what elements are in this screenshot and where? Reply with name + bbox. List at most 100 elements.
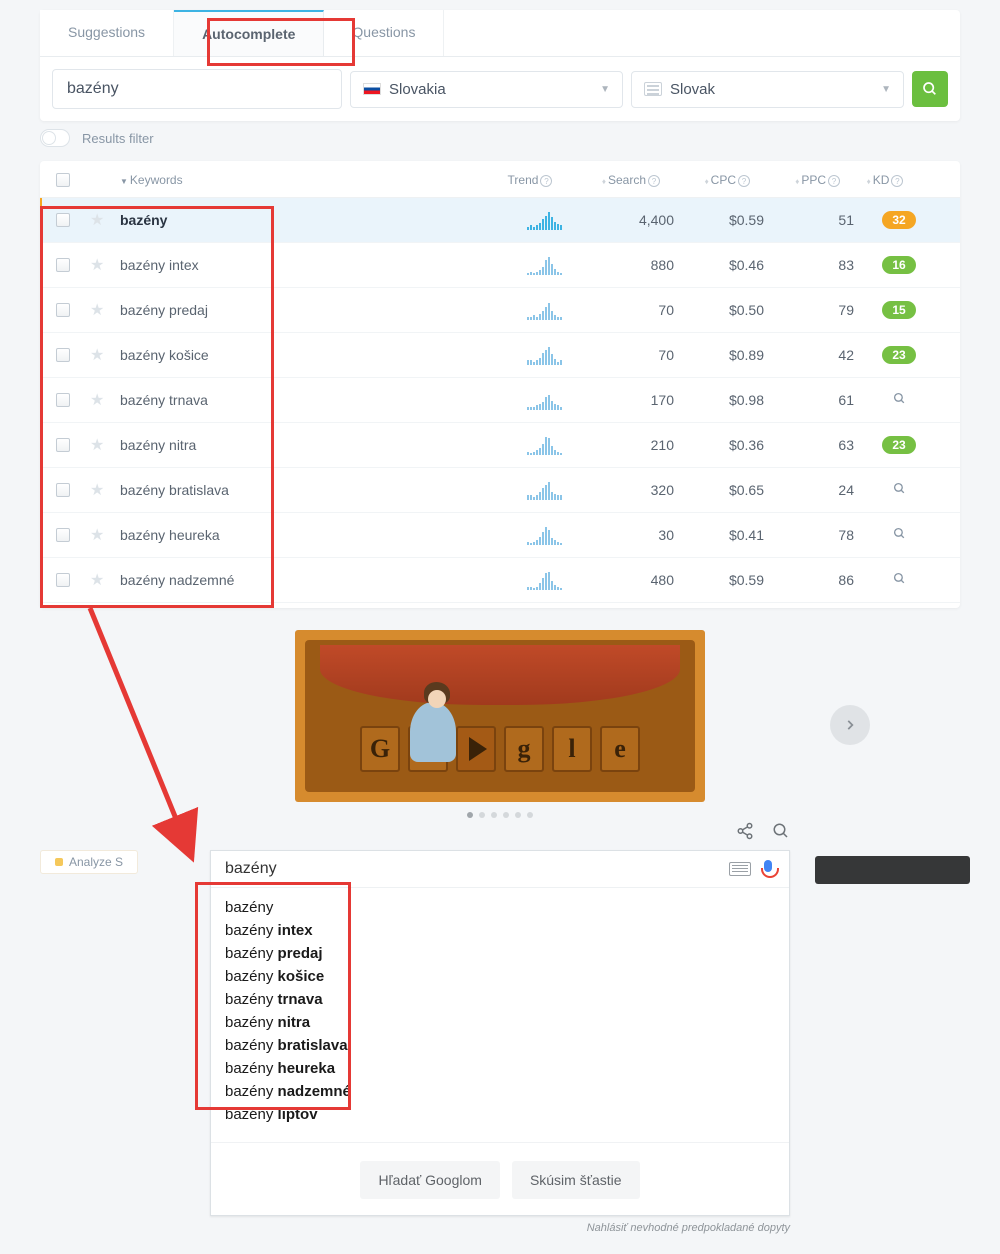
keyboard-icon[interactable] [729, 862, 751, 876]
cpc-value: $0.46 [674, 257, 764, 273]
table-row[interactable]: ★bazény4,400$0.595132 [40, 198, 960, 243]
row-checkbox[interactable] [56, 348, 70, 362]
table-row[interactable]: ★bazér [40, 603, 960, 608]
ppc-value: 61 [764, 392, 854, 408]
tab-questions[interactable]: Questions [324, 10, 444, 56]
search-volume: 4,400 [584, 212, 674, 228]
country-value: Slovakia [389, 81, 446, 98]
google-search-input[interactable] [225, 860, 719, 878]
ppc-value: 83 [764, 257, 854, 273]
keyword-text: bazény heureka [120, 527, 220, 543]
kd-value: 23 [854, 346, 944, 364]
ppc-value: 24 [764, 482, 854, 498]
trend-sparkline [504, 480, 584, 500]
star-icon[interactable]: ★ [90, 572, 104, 589]
col-keywords[interactable]: ▼Keywords [120, 173, 490, 187]
star-icon[interactable]: ★ [90, 527, 104, 544]
results-table: ▼Keywords Trend? ♦Search? ♦CPC? ♦PPC? ♦K… [40, 161, 960, 608]
row-checkbox[interactable] [56, 573, 70, 587]
google-lucky-button[interactable]: Skúsim šťastie [512, 1161, 640, 1199]
keyword-text: bazény [120, 212, 167, 228]
kd-value [854, 572, 944, 588]
keyword-text: bazény bratislava [120, 482, 229, 498]
google-suggestion-item[interactable]: bazény nitra [225, 1011, 775, 1034]
tool-panel: Suggestions Autocomplete Questions Slova… [40, 10, 960, 121]
row-checkbox[interactable] [56, 258, 70, 272]
select-all-checkbox[interactable] [56, 173, 70, 187]
google-suggestion-item[interactable]: bazény bratislava [225, 1034, 775, 1057]
table-row[interactable]: ★bazény heureka30$0.4178 [40, 513, 960, 558]
row-checkbox[interactable] [56, 483, 70, 497]
col-ppc[interactable]: ♦PPC? [750, 173, 840, 187]
ppc-value: 51 [764, 212, 854, 228]
row-checkbox[interactable] [56, 303, 70, 317]
star-icon[interactable]: ★ [90, 482, 104, 499]
language-select[interactable]: Slovak ▼ [631, 71, 904, 108]
col-trend[interactable]: Trend? [490, 173, 570, 187]
google-suggestion-item[interactable]: bazény košice [225, 965, 775, 988]
tab-suggestions[interactable]: Suggestions [40, 10, 174, 56]
language-value: Slovak [670, 81, 715, 98]
google-suggestion-item[interactable]: bazény trnava [225, 988, 775, 1011]
table-header: ▼Keywords Trend? ♦Search? ♦CPC? ♦PPC? ♦K… [40, 161, 960, 198]
trend-sparkline [504, 345, 584, 365]
share-icon[interactable] [736, 822, 754, 840]
table-row[interactable]: ★bazény nadzemné480$0.5986 [40, 558, 960, 603]
star-icon[interactable]: ★ [90, 437, 104, 454]
keyword-text: bazény predaj [120, 302, 208, 318]
google-search-button[interactable]: Hľadať Googlom [360, 1161, 500, 1199]
star-icon[interactable]: ★ [90, 392, 104, 409]
carousel-dots[interactable] [180, 812, 820, 818]
report-link[interactable]: Nahlásiť nevhodné predpokladané dopyty [180, 1222, 790, 1234]
star-icon[interactable]: ★ [90, 257, 104, 274]
trend-sparkline [504, 525, 584, 545]
cpc-value: $0.89 [674, 347, 764, 363]
google-suggestion-item[interactable]: bazény heureka [225, 1057, 775, 1080]
results-filter-toggle[interactable] [40, 129, 70, 147]
language-icon [644, 82, 662, 96]
chevron-down-icon: ▼ [600, 84, 610, 95]
google-search-box: bazénybazény intexbazény predajbazény ko… [210, 850, 790, 1216]
col-search[interactable]: ♦Search? [570, 173, 660, 187]
google-suggestion-item[interactable]: bazény predaj [225, 942, 775, 965]
country-select[interactable]: Slovakia ▼ [350, 71, 623, 108]
carousel-next-button[interactable] [830, 705, 870, 745]
col-kd[interactable]: ♦KD? [840, 173, 930, 187]
row-checkbox[interactable] [56, 393, 70, 407]
tab-autocomplete[interactable]: Autocomplete [174, 10, 324, 56]
cpc-value: $0.98 [674, 392, 764, 408]
cpc-value: $0.50 [674, 302, 764, 318]
table-body[interactable]: ★bazény4,400$0.595132★bazény intex880$0.… [40, 198, 960, 608]
google-doodle[interactable]: Gogle [295, 630, 705, 802]
row-checkbox[interactable] [56, 528, 70, 542]
cpc-value: $0.36 [674, 437, 764, 453]
search-volume: 170 [584, 392, 674, 408]
star-icon[interactable]: ★ [90, 302, 104, 319]
google-suggestion-item[interactable]: bazény [225, 896, 775, 919]
table-row[interactable]: ★bazény bratislava320$0.6524 [40, 468, 960, 513]
search-button[interactable] [912, 71, 948, 107]
table-row[interactable]: ★bazény košice70$0.894223 [40, 333, 960, 378]
keyword-text: bazény nitra [120, 437, 196, 453]
row-checkbox[interactable] [56, 213, 70, 227]
col-cpc[interactable]: ♦CPC? [660, 173, 750, 187]
table-row[interactable]: ★bazény intex880$0.468316 [40, 243, 960, 288]
cpc-value: $0.59 [674, 572, 764, 588]
star-icon[interactable]: ★ [90, 212, 104, 229]
star-icon[interactable]: ★ [90, 347, 104, 364]
table-row[interactable]: ★bazény trnava170$0.9861 [40, 378, 960, 423]
google-suggestion-item[interactable]: bazény intex [225, 919, 775, 942]
google-suggestion-item[interactable]: bazény nadzemné [225, 1080, 775, 1103]
trend-sparkline [504, 570, 584, 590]
table-row[interactable]: ★bazény nitra210$0.366323 [40, 423, 960, 468]
google-suggestion-item[interactable]: bazény liptov [225, 1103, 775, 1126]
trend-sparkline [504, 300, 584, 320]
ppc-value: 42 [764, 347, 854, 363]
trend-sparkline [504, 390, 584, 410]
keyword-text: bazény intex [120, 257, 199, 273]
search-icon[interactable] [772, 822, 790, 840]
keyword-input[interactable] [52, 69, 342, 109]
table-row[interactable]: ★bazény predaj70$0.507915 [40, 288, 960, 333]
row-checkbox[interactable] [56, 438, 70, 452]
microphone-icon[interactable] [761, 860, 775, 878]
